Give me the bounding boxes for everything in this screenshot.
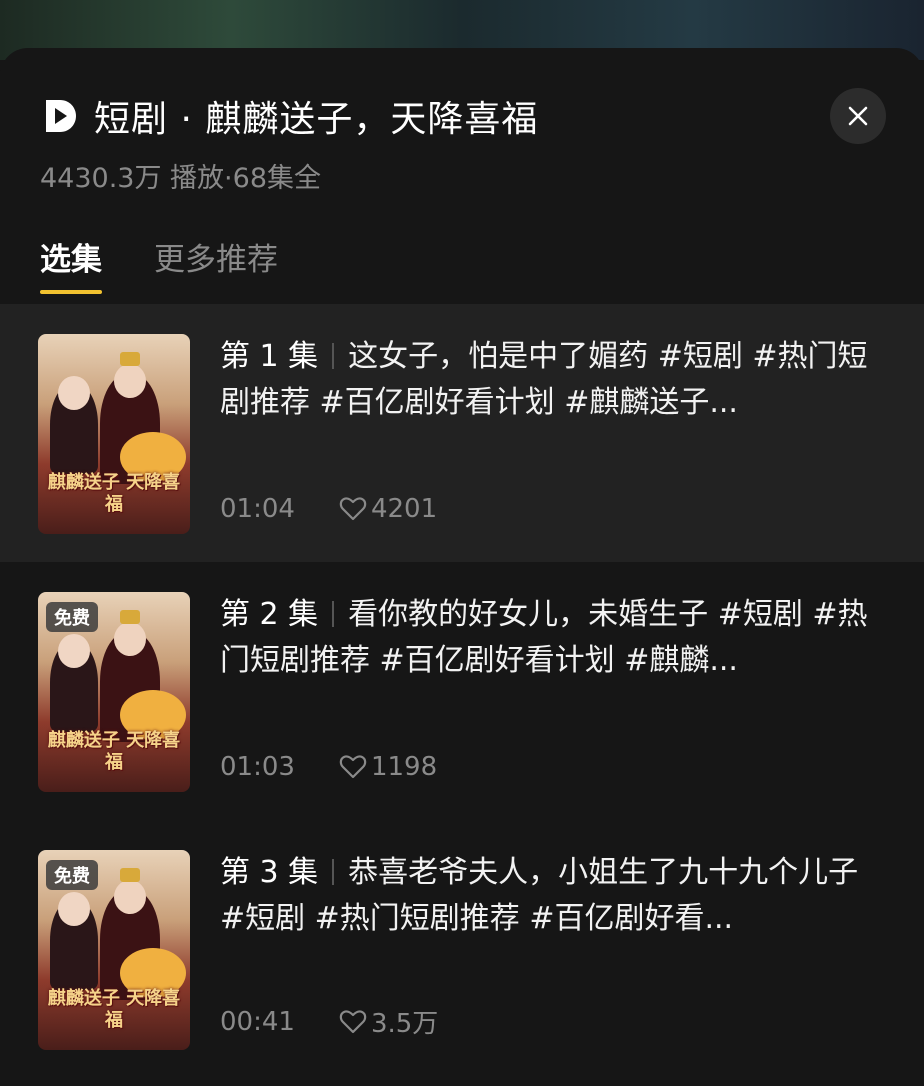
episode-info: 第 1 集这女子，怕是中了媚药 #短剧 #热门短剧推荐 #百亿剧好看计划 #麒麟…: [220, 334, 884, 534]
episode-meta: 00:41 3.5万: [220, 1003, 438, 1040]
episode-thumbnail: 麒麟送子 天降喜福: [38, 334, 190, 534]
episode-info: 第 3 集恭喜老爷夫人，小姐生了九十九个儿子 #短剧 #热门短剧推荐 #百亿剧好…: [220, 850, 884, 1050]
episode-info: 第 2 集看你教的好女儿，未婚生子 #短剧 #热门短剧推荐 #百亿剧好看计划 #…: [220, 592, 884, 792]
drama-title: 短剧 · 麒麟送子，天降喜福: [94, 99, 539, 140]
episode-item[interactable]: 麒麟送子 天降喜福 第 1 集这女子，怕是中了媚药 #短剧 #热门短剧推荐 #百…: [0, 304, 924, 562]
divider: [332, 343, 335, 369]
episode-list: 麒麟送子 天降喜福 第 1 集这女子，怕是中了媚药 #短剧 #热门短剧推荐 #百…: [0, 304, 924, 1078]
episode-meta: 01:03 1198: [220, 752, 437, 782]
episode-duration: 01:04: [220, 494, 295, 524]
thumbnail-caption: 麒麟送子 天降喜福: [47, 730, 181, 773]
free-badge: 免费: [46, 860, 98, 890]
episode-thumbnail: 麒麟送子 天降喜福 免费: [38, 592, 190, 792]
episode-title: 第 2 集看你教的好女儿，未婚生子 #短剧 #热门短剧推荐 #百亿剧好看计划 #…: [220, 592, 884, 684]
play-stats: 4430.3万 播放·68集全: [40, 163, 321, 194]
episode-number: 第 1 集: [220, 339, 319, 374]
episode-meta: 01:04 4201: [220, 494, 437, 524]
episode-duration: 01:03: [220, 752, 295, 782]
episode-item[interactable]: 麒麟送子 天降喜福 免费 第 2 集看你教的好女儿，未婚生子 #短剧 #热门短剧…: [0, 562, 924, 820]
episode-title: 第 3 集恭喜老爷夫人，小姐生了九十九个儿子 #短剧 #热门短剧推荐 #百亿剧好…: [220, 850, 884, 942]
thumbnail-caption: 麒麟送子 天降喜福: [47, 472, 181, 515]
episode-title: 第 1 集这女子，怕是中了媚药 #短剧 #热门短剧推荐 #百亿剧好看计划 #麒麟…: [220, 334, 884, 426]
heart-icon: [339, 497, 367, 521]
close-icon: [848, 106, 868, 126]
heart-icon: [339, 755, 367, 779]
close-button[interactable]: [830, 88, 886, 144]
like-count: 4201: [370, 494, 438, 524]
sheet-header: 短剧 · 麒麟送子，天降喜福 4430.3万 播放·68集全: [40, 88, 886, 198]
divider: [332, 859, 335, 885]
free-badge: 免费: [46, 602, 98, 632]
episode-duration: 00:41: [220, 1006, 295, 1037]
like-count: 1198: [370, 752, 438, 782]
tab-episodes[interactable]: 选集: [40, 234, 102, 294]
heart-icon: [339, 1009, 367, 1033]
tab-bar: 选集 更多推荐: [40, 234, 278, 294]
divider: [332, 601, 335, 627]
thumbnail-caption: 麒麟送子 天降喜福: [47, 988, 181, 1031]
episode-thumbnail: 麒麟送子 天降喜福 免费: [38, 850, 190, 1050]
episode-item[interactable]: 麒麟送子 天降喜福 免费 第 3 集恭喜老爷夫人，小姐生了九十九个儿子 #短剧 …: [0, 820, 924, 1078]
like-count: 3.5万: [370, 1009, 439, 1039]
play-logo-icon: [46, 100, 76, 132]
episode-number: 第 3 集: [220, 855, 319, 890]
title-row: 短剧 · 麒麟送子，天降喜福: [40, 88, 884, 144]
tab-more-recommendations[interactable]: 更多推荐: [154, 234, 278, 294]
episode-number: 第 2 集: [220, 597, 319, 632]
episode-sheet: 短剧 · 麒麟送子，天降喜福 4430.3万 播放·68集全 选集 更多推荐 麒…: [0, 48, 924, 1086]
